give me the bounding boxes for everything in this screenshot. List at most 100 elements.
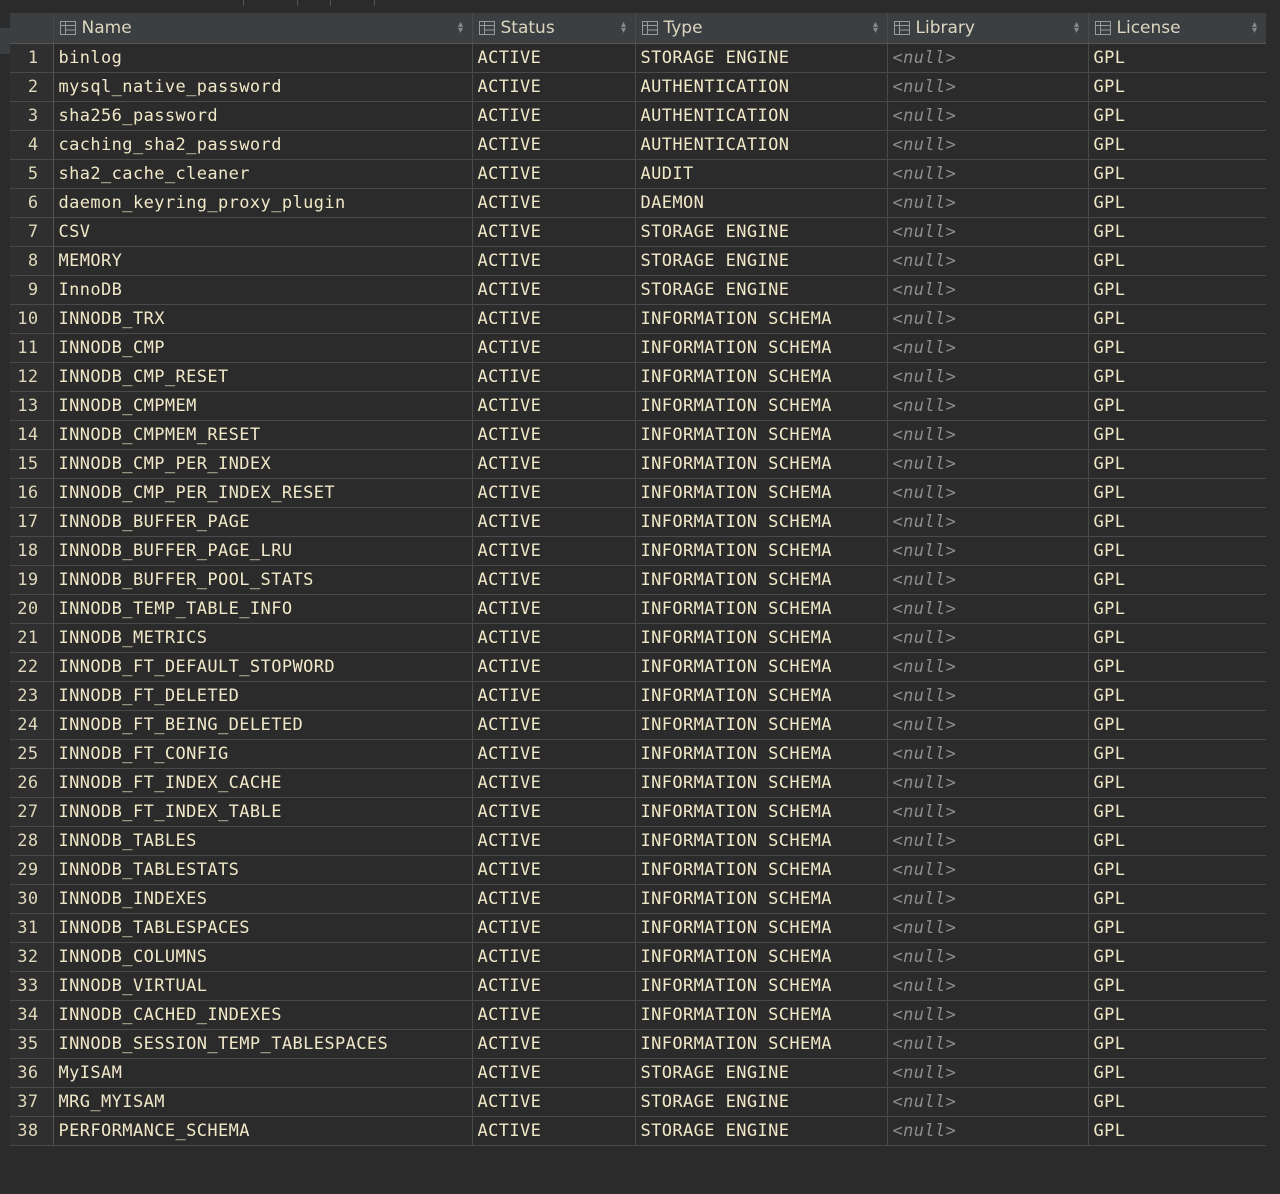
table-row[interactable]: 28 INNODB_TABLES ACTIVE INFORMATION SCHEMA <…	[10, 826, 1266, 856]
cell-type[interactable]: DAEMON	[635, 188, 888, 218]
cell-library[interactable]: <null>	[887, 101, 1089, 131]
cell-library[interactable]: <null>	[887, 1029, 1089, 1059]
cell-license[interactable]: GPL	[1088, 652, 1266, 682]
cell-license[interactable]: GPL	[1088, 1029, 1266, 1059]
cell-status[interactable]: ACTIVE	[472, 275, 636, 305]
row-number[interactable]: 26	[10, 768, 54, 798]
cell-library[interactable]: <null>	[887, 594, 1089, 624]
sort-icon[interactable]: ▴ ▾	[1250, 20, 1260, 36]
row-number[interactable]: 15	[10, 449, 54, 479]
cell-license[interactable]: GPL	[1088, 72, 1266, 102]
cell-status[interactable]: ACTIVE	[472, 333, 636, 363]
table-row[interactable]: 20 INNODB_TEMP_TABLE_INFO ACTIVE INFORMATIO…	[10, 594, 1266, 624]
cell-library[interactable]: <null>	[887, 971, 1089, 1001]
cell-type[interactable]: INFORMATION SCHEMA	[635, 884, 888, 914]
row-number[interactable]: 5	[10, 159, 54, 189]
cell-license[interactable]: GPL	[1088, 478, 1266, 508]
cell-license[interactable]: GPL	[1088, 797, 1266, 827]
cell-status[interactable]: ACTIVE	[472, 43, 636, 73]
table-row[interactable]: 10 INNODB_TRX ACTIVE INFORMATION SCHEMA <nul…	[10, 304, 1266, 334]
column-header-library[interactable]: Library ▴ ▾	[887, 13, 1089, 44]
cell-name[interactable]: INNODB_INDEXES	[53, 884, 473, 914]
cell-library[interactable]: <null>	[887, 942, 1089, 972]
cell-type[interactable]: INFORMATION SCHEMA	[635, 942, 888, 972]
cell-name[interactable]: INNODB_TEMP_TABLE_INFO	[53, 594, 473, 624]
cell-status[interactable]: ACTIVE	[472, 1058, 636, 1088]
cell-type[interactable]: INFORMATION SCHEMA	[635, 478, 888, 508]
cell-name[interactable]: InnoDB	[53, 275, 473, 305]
row-number[interactable]: 8	[10, 246, 54, 276]
cell-license[interactable]: GPL	[1088, 188, 1266, 218]
cell-status[interactable]: ACTIVE	[472, 1029, 636, 1059]
cell-library[interactable]: <null>	[887, 246, 1089, 276]
cell-license[interactable]: GPL	[1088, 594, 1266, 624]
cell-type[interactable]: INFORMATION SCHEMA	[635, 391, 888, 421]
cell-library[interactable]: <null>	[887, 1000, 1089, 1030]
cell-library[interactable]: <null>	[887, 420, 1089, 450]
cell-library[interactable]: <null>	[887, 768, 1089, 798]
table-row[interactable]: 26 INNODB_FT_INDEX_CACHE ACTIVE INFORMATION…	[10, 768, 1266, 798]
cell-name[interactable]: INNODB_CMP_PER_INDEX	[53, 449, 473, 479]
cell-name[interactable]: INNODB_TABLESTATS	[53, 855, 473, 885]
table-row[interactable]: 3 sha256_password ACTIVE AUTHENTICATION <nul…	[10, 101, 1266, 131]
table-row[interactable]: 11 INNODB_CMP ACTIVE INFORMATION SCHEMA <nul…	[10, 333, 1266, 363]
cell-name[interactable]: caching_sha2_password	[53, 130, 473, 160]
cell-type[interactable]: INFORMATION SCHEMA	[635, 304, 888, 334]
cell-library[interactable]: <null>	[887, 507, 1089, 537]
table-row[interactable]: 19 INNODB_BUFFER_POOL_STATS ACTIVE INFORMAT…	[10, 565, 1266, 595]
cell-license[interactable]: GPL	[1088, 826, 1266, 856]
row-number[interactable]: 12	[10, 362, 54, 392]
cell-library[interactable]: <null>	[887, 681, 1089, 711]
sort-icon[interactable]: ▴ ▾	[456, 20, 466, 36]
table-row[interactable]: 31 INNODB_TABLESPACES ACTIVE INFORMATION SC…	[10, 913, 1266, 943]
cell-type[interactable]: INFORMATION SCHEMA	[635, 971, 888, 1001]
cell-status[interactable]: ACTIVE	[472, 72, 636, 102]
cell-library[interactable]: <null>	[887, 623, 1089, 653]
cell-name[interactable]: INNODB_FT_DELETED	[53, 681, 473, 711]
row-number[interactable]: 28	[10, 826, 54, 856]
cell-name[interactable]: INNODB_COLUMNS	[53, 942, 473, 972]
row-number[interactable]: 23	[10, 681, 54, 711]
row-number[interactable]: 21	[10, 623, 54, 653]
cell-library[interactable]: <null>	[887, 710, 1089, 740]
cell-type[interactable]: AUDIT	[635, 159, 888, 189]
row-number[interactable]: 3	[10, 101, 54, 131]
column-header-license[interactable]: License ▴ ▾	[1088, 13, 1266, 44]
row-number[interactable]: 36	[10, 1058, 54, 1088]
cell-status[interactable]: ACTIVE	[472, 246, 636, 276]
table-row[interactable]: 36 MyISAM ACTIVE STORAGE ENGINE <null> GPL	[10, 1058, 1266, 1088]
column-header-type[interactable]: Type ▴ ▾	[635, 13, 888, 44]
cell-library[interactable]: <null>	[887, 362, 1089, 392]
cell-name[interactable]: INNODB_FT_INDEX_CACHE	[53, 768, 473, 798]
row-number[interactable]: 30	[10, 884, 54, 914]
cell-name[interactable]: INNODB_TABLES	[53, 826, 473, 856]
sort-icon[interactable]: ▴ ▾	[871, 20, 881, 36]
cell-type[interactable]: INFORMATION SCHEMA	[635, 594, 888, 624]
row-number[interactable]: 19	[10, 565, 54, 595]
row-number[interactable]: 29	[10, 855, 54, 885]
cell-type[interactable]: INFORMATION SCHEMA	[635, 449, 888, 479]
cell-status[interactable]: ACTIVE	[472, 217, 636, 247]
table-row[interactable]: 7 CSV ACTIVE STORAGE ENGINE <null> GPL	[10, 217, 1266, 247]
cell-name[interactable]: mysql_native_password	[53, 72, 473, 102]
cell-type[interactable]: INFORMATION SCHEMA	[635, 710, 888, 740]
cell-type[interactable]: INFORMATION SCHEMA	[635, 507, 888, 537]
cell-status[interactable]: ACTIVE	[472, 1116, 636, 1146]
cell-name[interactable]: INNODB_CMPMEM_RESET	[53, 420, 473, 450]
cell-type[interactable]: STORAGE ENGINE	[635, 1058, 888, 1088]
cell-status[interactable]: ACTIVE	[472, 826, 636, 856]
table-row[interactable]: 4 caching_sha2_password ACTIVE AUTHENTICATI…	[10, 130, 1266, 160]
cell-license[interactable]: GPL	[1088, 420, 1266, 450]
row-number-header[interactable]	[10, 13, 54, 44]
cell-type[interactable]: INFORMATION SCHEMA	[635, 565, 888, 595]
cell-library[interactable]: <null>	[887, 536, 1089, 566]
cell-type[interactable]: AUTHENTICATION	[635, 101, 888, 131]
column-header-status[interactable]: Status ▴ ▾	[472, 13, 636, 44]
row-number[interactable]: 11	[10, 333, 54, 363]
cell-license[interactable]: GPL	[1088, 362, 1266, 392]
cell-type[interactable]: INFORMATION SCHEMA	[635, 797, 888, 827]
sort-icon[interactable]: ▴ ▾	[1072, 20, 1082, 36]
cell-license[interactable]: GPL	[1088, 275, 1266, 305]
row-number[interactable]: 20	[10, 594, 54, 624]
table-row[interactable]: 6 daemon_keyring_proxy_plugin ACTIVE DAEMON…	[10, 188, 1266, 218]
